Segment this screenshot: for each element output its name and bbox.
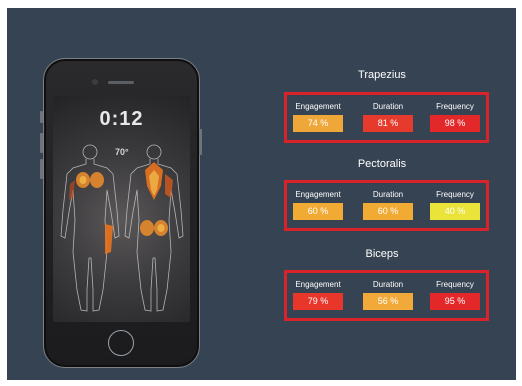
muscle-body-map [60,144,184,312]
front-muscle-highlights [69,172,113,254]
metric-label: Engagement [295,190,341,199]
stat-box-pectoralis: Engagement 60 % Duration 60 % Frequency … [284,180,489,231]
metric-value: 98 % [430,115,480,132]
stat-box-biceps: Engagement 79 % Duration 56 % Frequency … [284,270,489,321]
metric-label: Frequency [436,190,474,199]
metric-value: 60 % [363,203,413,220]
phone-power-button [199,129,202,155]
metric-frequency: Frequency 98 % [424,101,486,132]
phone-mockup: 0:12 70° [40,58,202,368]
group-title-pectoralis: Pectoralis [357,158,407,170]
back-muscle-highlights [140,162,173,236]
metric-value: 60 % [293,203,343,220]
metric-label: Duration [372,190,404,199]
metric-label: Frequency [436,102,474,111]
metric-duration: Duration 81 % [357,101,419,132]
metric-value: 40 % [430,203,480,220]
metric-value: 74 % [293,115,343,132]
front-camera [92,79,98,85]
earpiece-speaker [108,81,134,84]
metric-label: Duration [372,280,404,289]
phone-screen: 0:12 70° [53,96,190,322]
stat-box-trapezius: Engagement 74 % Duration 81 % Frequency … [284,92,489,143]
group-title-trapezius: Trapezius [358,69,406,81]
metric-value: 95 % [430,293,480,310]
phone-volume-up [40,133,43,153]
metric-label: Engagement [295,280,341,289]
phone-silent-switch [40,111,43,123]
metric-duration: Duration 56 % [357,279,419,310]
metric-value: 56 % [363,293,413,310]
dashboard-panel: 0:12 70° Trapezius Engagement 74 % Durat… [7,8,516,380]
metric-engagement: Engagement 60 % [287,189,349,220]
metric-label: Duration [372,102,404,111]
metric-value: 81 % [363,115,413,132]
metric-label: Frequency [436,280,474,289]
metric-frequency: Frequency 40 % [424,189,486,220]
metric-engagement: Engagement 74 % [287,101,349,132]
screenshot-frame: 0:12 70° Trapezius Engagement 74 % Durat… [0,0,522,386]
workout-timer: 0:12 [99,108,144,130]
metric-value: 79 % [293,293,343,310]
metric-duration: Duration 60 % [357,189,419,220]
metric-frequency: Frequency 95 % [424,279,486,310]
group-title-biceps: Biceps [365,248,399,260]
metric-label: Engagement [295,102,341,111]
metric-engagement: Engagement 79 % [287,279,349,310]
phone-home-button[interactable] [108,330,134,356]
phone-volume-down [40,159,43,179]
